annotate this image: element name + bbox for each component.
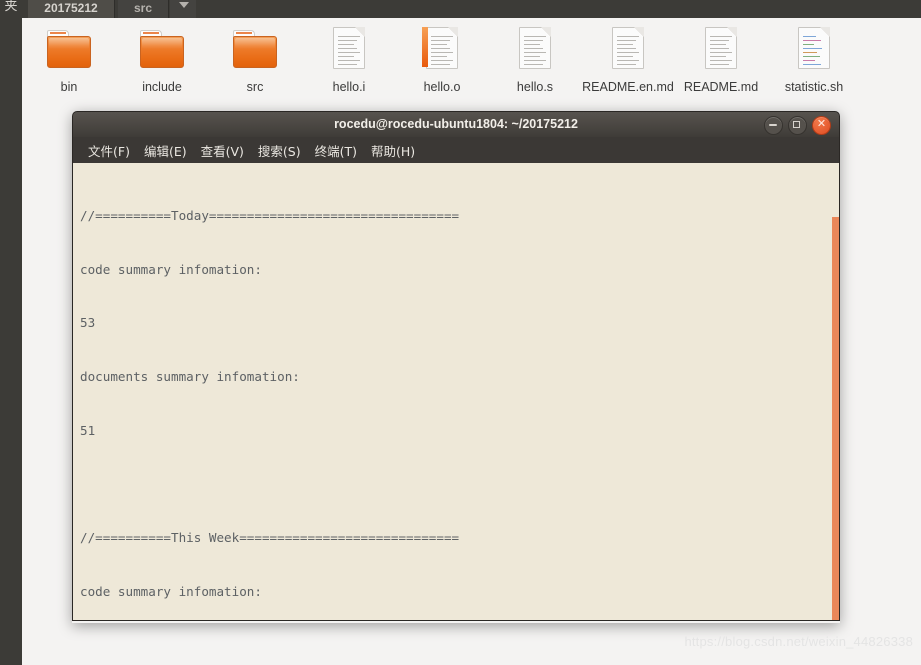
file-item-readme-md[interactable]: README.md bbox=[674, 24, 768, 94]
file-label: src bbox=[246, 80, 264, 94]
menu-item-edit[interactable]: 编辑(E) bbox=[137, 138, 194, 163]
terminal-output: //==========Today=======================… bbox=[80, 171, 827, 620]
file-label: hello.o bbox=[423, 80, 461, 94]
file-label: README.md bbox=[683, 80, 759, 94]
maximize-icon[interactable] bbox=[788, 116, 807, 135]
terminal-window: rocedu@rocedu-ubuntu1804: ~/20175212 ✕ 文… bbox=[72, 111, 840, 623]
document-code-icon bbox=[791, 24, 837, 76]
terminal-line: //==========This Week===================… bbox=[80, 530, 460, 546]
menu-item-file[interactable]: 文件(F) bbox=[81, 138, 137, 163]
close-icon[interactable]: ✕ bbox=[812, 116, 831, 135]
file-label: hello.i bbox=[332, 80, 366, 94]
file-icon-grid: bin include src hello.i hello.o hello.s … bbox=[22, 20, 921, 125]
document-icon bbox=[326, 24, 372, 76]
file-item-hello-i[interactable]: hello.i bbox=[302, 24, 396, 94]
file-manager-tab-src[interactable]: src bbox=[118, 0, 169, 18]
file-manager-tab-bar: 夹 20175212 src bbox=[0, 0, 921, 18]
terminal-title-bar[interactable]: rocedu@rocedu-ubuntu1804: ~/20175212 ✕ bbox=[72, 111, 840, 137]
terminal-menu-bar: 文件(F) 编辑(E) 查看(V) 搜索(S) 终端(T) 帮助(H) bbox=[72, 137, 840, 163]
watermark: https://blog.csdn.net/weixin_44826338 bbox=[684, 634, 913, 649]
menu-item-terminal[interactable]: 终端(T) bbox=[308, 138, 364, 163]
file-item-readme-en-md[interactable]: README.en.md bbox=[581, 24, 675, 94]
terminal-scrollbar[interactable] bbox=[832, 163, 839, 620]
terminal-line: 53 bbox=[80, 315, 96, 331]
document-icon bbox=[698, 24, 744, 76]
terminal-line: documents summary infomation: bbox=[80, 368, 300, 384]
terminal-line: //==========Today=======================… bbox=[80, 207, 460, 223]
file-item-hello-s[interactable]: hello.s bbox=[488, 24, 582, 94]
terminal-line: code summary infomation: bbox=[80, 261, 262, 277]
menu-item-search[interactable]: 搜索(S) bbox=[251, 138, 308, 163]
terminal-title: rocedu@rocedu-ubuntu1804: ~/20175212 bbox=[334, 117, 578, 131]
folder-icon bbox=[232, 24, 278, 76]
document-icon bbox=[605, 24, 651, 76]
file-label: include bbox=[142, 80, 182, 94]
file-label: hello.s bbox=[516, 80, 554, 94]
terminal-scrollbar-thumb[interactable] bbox=[832, 217, 839, 620]
file-label: statistic.sh bbox=[784, 80, 844, 94]
document-icon bbox=[512, 24, 558, 76]
file-manager-sidebar bbox=[0, 18, 22, 665]
menu-item-help[interactable]: 帮助(H) bbox=[364, 138, 422, 163]
file-manager-breadcrumb-glyph: 夹 bbox=[4, 0, 18, 13]
folder-icon bbox=[46, 24, 92, 76]
terminal-body[interactable]: //==========Today=======================… bbox=[72, 163, 840, 621]
terminal-line: 51 bbox=[80, 422, 96, 438]
folder-icon bbox=[139, 24, 185, 76]
file-item-statistic-sh[interactable]: statistic.sh bbox=[767, 24, 861, 94]
document-binary-icon bbox=[419, 24, 465, 76]
file-item-hello-o[interactable]: hello.o bbox=[395, 24, 489, 94]
chevron-down-icon[interactable] bbox=[170, 0, 196, 18]
file-item-bin[interactable]: bin bbox=[22, 24, 116, 94]
file-label: README.en.md bbox=[582, 80, 674, 94]
window-controls: ✕ bbox=[764, 116, 831, 135]
menu-item-view[interactable]: 查看(V) bbox=[194, 138, 251, 163]
file-item-src[interactable]: src bbox=[208, 24, 302, 94]
file-manager-tab-20175212[interactable]: 20175212 bbox=[28, 0, 115, 18]
terminal-line: code summary infomation: bbox=[80, 583, 262, 599]
file-label: bin bbox=[60, 80, 78, 94]
minimize-icon[interactable] bbox=[764, 116, 783, 135]
close-glyph: ✕ bbox=[816, 118, 827, 130]
file-item-include[interactable]: include bbox=[115, 24, 209, 94]
